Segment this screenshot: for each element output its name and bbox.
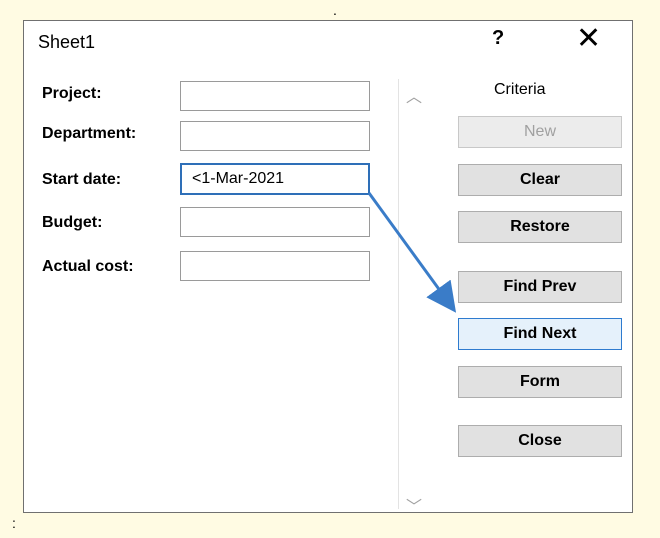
- data-form-dialog: Sheet1 ? ✕ Project: Department: Start da…: [23, 20, 633, 516]
- annotation-arrow: [367, 192, 457, 313]
- stray-mark-bottom: :: [12, 515, 16, 531]
- stray-mark-top: .: [333, 2, 337, 18]
